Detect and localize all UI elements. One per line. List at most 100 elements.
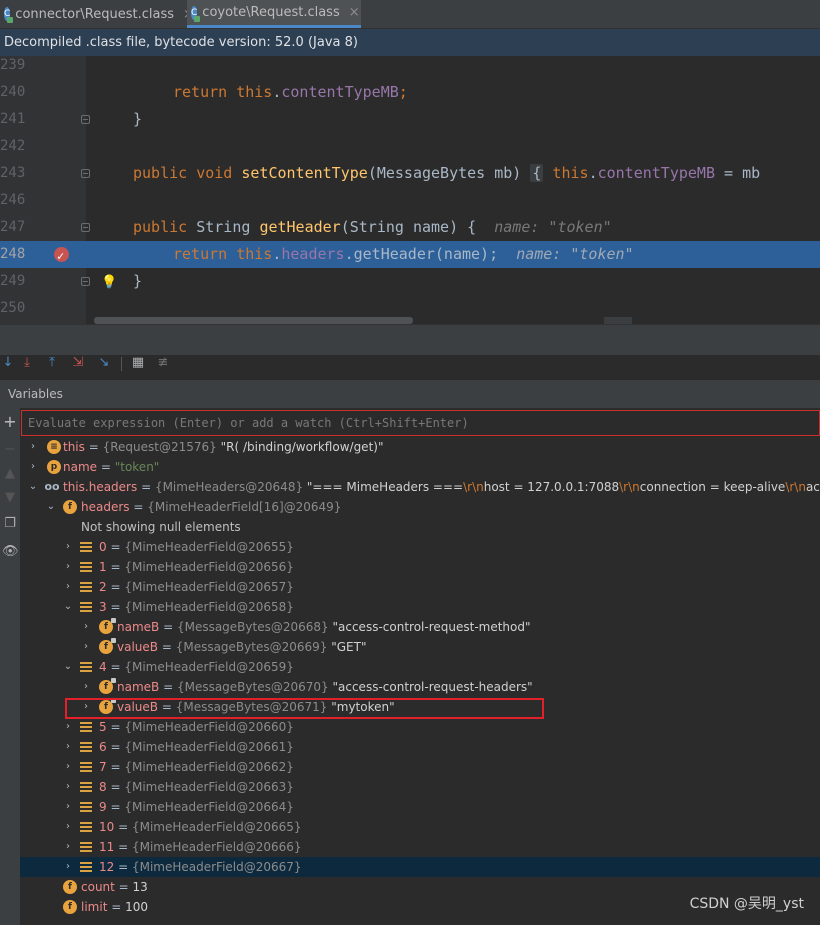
expand-arrow-icon[interactable]: › [63, 737, 73, 757]
add-watch-icon[interactable]: + [2, 414, 18, 430]
tree-row[interactable]: › 5 = {MimeHeaderField@20660} [20, 717, 820, 737]
fold-icon[interactable] [81, 223, 90, 232]
close-icon[interactable]: × [349, 5, 360, 20]
tab-label: connector\Request.class [15, 6, 175, 22]
tree-row[interactable]: › 6 = {MimeHeaderField@20661} [20, 737, 820, 757]
code-editor[interactable]: 239 240 return this.contentTypeMB; 241 }… [0, 56, 820, 324]
expand-arrow-icon[interactable]: › [81, 677, 91, 697]
line-number: 249 [0, 273, 26, 289]
watermark: CSDN @吴明_yst [689, 896, 804, 912]
step-out-icon[interactable]: ⤒ [44, 355, 60, 371]
field-icon: f [99, 678, 116, 694]
array-element-icon [80, 582, 94, 592]
lightbulb-icon[interactable]: 💡 [101, 269, 117, 296]
evaluate-table-icon[interactable]: ▦ [130, 355, 146, 371]
tab-coyote-request[interactable]: C coyote\Request.class × [187, 0, 361, 28]
field-icon: f [99, 638, 116, 654]
tree-row[interactable]: › ≡ this = {Request@21576} "R( /binding/… [20, 437, 820, 457]
tree-row[interactable]: ⌄ 3 = {MimeHeaderField@20658} [20, 597, 820, 617]
expand-arrow-icon[interactable]: › [63, 817, 73, 837]
evaluate-expression-field[interactable] [21, 410, 820, 436]
array-element-icon [80, 542, 94, 552]
class-file-icon: C [191, 5, 201, 22]
code-line: 246 [0, 187, 820, 214]
line-number: 242 [0, 138, 26, 154]
expand-arrow-icon[interactable]: › [63, 837, 73, 857]
tree-row[interactable]: › f nameB = {MessageBytes@20670} "access… [20, 677, 820, 697]
tree-row[interactable]: › 8 = {MimeHeaderField@20663} [20, 777, 820, 797]
expand-arrow-icon[interactable]: › [63, 797, 73, 817]
trace-icon[interactable]: ≢ [155, 355, 171, 371]
fold-icon[interactable] [81, 169, 90, 178]
copy-icon[interactable]: ❐ [2, 516, 18, 532]
expand-arrow-icon[interactable]: › [63, 777, 73, 797]
expand-arrow-icon[interactable]: › [63, 717, 73, 737]
step-into-icon[interactable]: ⤓ [19, 355, 35, 371]
tree-row[interactable]: › 9 = {MimeHeaderField@20664} [20, 797, 820, 817]
variables-panel-header: Variables [0, 380, 820, 408]
this-object-icon: ≡ [47, 440, 61, 454]
expand-arrow-icon[interactable]: › [63, 577, 73, 597]
expand-arrow-icon[interactable]: › [63, 557, 73, 577]
move-down-icon[interactable]: ▼ [2, 490, 18, 506]
class-file-icon: C [4, 7, 14, 23]
drop-frame-icon[interactable]: ⇲ [70, 355, 86, 371]
collapse-arrow-icon[interactable]: ⌄ [46, 497, 56, 517]
expand-arrow-icon[interactable]: › [81, 637, 91, 657]
remove-watch-icon[interactable]: − [2, 442, 18, 458]
tree-row[interactable]: › f nameB = {MessageBytes@20668} "access… [20, 617, 820, 637]
tab-connector-request[interactable]: C connector\Request.class × [0, 0, 194, 28]
tree-row[interactable]: › 1 = {MimeHeaderField@20656} [20, 557, 820, 577]
tree-row[interactable]: ⌄ oo this.headers = {MimeHeaders@20648} … [20, 477, 820, 497]
tree-row[interactable]: ⌄ f headers = {MimeHeaderField[16]@20649… [20, 497, 820, 517]
array-element-icon [80, 562, 94, 572]
evaluate-expression-input[interactable] [22, 411, 819, 435]
fold-icon[interactable] [81, 277, 90, 286]
tree-row[interactable]: › 10 = {MimeHeaderField@20665} [20, 817, 820, 837]
array-element-icon [80, 802, 94, 812]
move-up-icon[interactable]: ▲ [2, 466, 18, 482]
tree-row[interactable]: › p name = "token" [20, 457, 820, 477]
array-element-icon [80, 762, 94, 772]
decompiled-banner: Decompiled .class file, bytecode version… [0, 29, 820, 56]
parameter-icon: p [47, 460, 61, 474]
line-number: 241 [0, 111, 26, 127]
line-number: 248 [0, 246, 26, 262]
variables-tree: › ≡ this = {Request@21576} "R( /binding/… [20, 437, 820, 925]
tree-row[interactable]: ⌄ 4 = {MimeHeaderField@20659} [20, 657, 820, 677]
tree-row-selected[interactable]: › 12 = {MimeHeaderField@20667} [20, 857, 820, 877]
line-number: 243 [0, 165, 26, 181]
line-number: 246 [0, 192, 26, 208]
breakpoint-icon[interactable] [54, 243, 69, 270]
tree-row[interactable]: › 7 = {MimeHeaderField@20662} [20, 757, 820, 777]
tree-row[interactable]: › f valueB = {MessageBytes@20669} "GET" [20, 637, 820, 657]
highlight-annotation-box [65, 698, 544, 719]
run-to-cursor-icon[interactable]: ↘ [96, 355, 112, 371]
collapse-arrow-icon[interactable]: ⌄ [28, 477, 38, 497]
expand-arrow-icon[interactable]: › [63, 757, 73, 777]
collapse-arrow-icon[interactable]: ⌄ [63, 597, 73, 617]
array-element-icon [80, 722, 94, 732]
tree-row[interactable]: › 2 = {MimeHeaderField@20657} [20, 577, 820, 597]
fold-icon[interactable] [81, 115, 90, 124]
code-line: 249 💡 } [0, 268, 820, 295]
tree-row[interactable]: › 0 = {MimeHeaderField@20655} [20, 537, 820, 557]
array-element-icon [80, 742, 94, 752]
expand-arrow-icon[interactable]: › [63, 857, 73, 877]
expand-arrow-icon[interactable]: › [81, 617, 91, 637]
tree-row[interactable]: › 11 = {MimeHeaderField@20666} [20, 837, 820, 857]
array-element-icon [80, 862, 94, 872]
expand-arrow-icon[interactable]: › [28, 437, 38, 457]
toolbar-separator [121, 357, 122, 371]
line-number: 247 [0, 219, 26, 235]
horizontal-scrollbar[interactable] [94, 317, 413, 324]
expand-arrow-icon[interactable]: › [63, 537, 73, 557]
collapse-arrow-icon[interactable]: ⌄ [63, 657, 73, 677]
step-over-icon[interactable]: ↓ [0, 355, 16, 371]
expand-arrow-icon[interactable]: › [28, 457, 38, 477]
line-number: 250 [0, 300, 26, 316]
watch-infinity-icon: oo [44, 480, 60, 493]
view-eye-icon[interactable]: 👁 [2, 544, 19, 560]
debug-toolbar [0, 324, 820, 355]
array-element-icon [80, 842, 94, 852]
